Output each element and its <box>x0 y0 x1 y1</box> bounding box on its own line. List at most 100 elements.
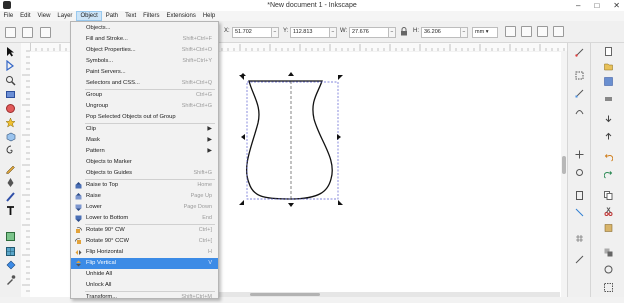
calligraphy-tool-icon[interactable] <box>5 191 16 202</box>
x-spin-down[interactable]: − <box>271 27 279 38</box>
3d-box-tool-icon[interactable] <box>5 131 16 142</box>
clone-icon[interactable] <box>604 265 613 274</box>
circle-tool-icon[interactable] <box>5 103 16 114</box>
menu-item-objects-to-guides[interactable]: Objects to Guides Shift+G <box>71 168 218 179</box>
text-tool-icon[interactable] <box>5 205 16 216</box>
menu-object[interactable]: Object <box>75 11 103 21</box>
menu-item-label: Raise <box>86 193 101 199</box>
undo-icon[interactable] <box>604 154 613 163</box>
menu-item-raise[interactable]: Raise Page Up <box>71 191 218 202</box>
menu-text[interactable]: Text <box>122 11 140 21</box>
snap-nodes-icon[interactable] <box>575 89 584 98</box>
y-field[interactable]: 112.813 <box>290 27 330 38</box>
redo-icon[interactable] <box>604 171 613 180</box>
print-icon[interactable] <box>604 94 613 103</box>
menu-item-rotate-90-ccw[interactable]: Rotate 90° CCW Ctrl+[ <box>71 236 218 247</box>
cut-icon[interactable] <box>604 207 613 216</box>
snap-paths-icon[interactable] <box>575 107 584 116</box>
menu-item-object-properties[interactable]: Object Properties... Shift+Ctrl+O <box>71 45 218 56</box>
spray-tool-icon[interactable] <box>5 231 16 242</box>
close-button[interactable]: ✕ <box>613 1 620 10</box>
snap-grid-icon[interactable] <box>575 234 584 243</box>
save-icon[interactable] <box>604 77 613 86</box>
menu-item-pop-selected-objects-out-of-group[interactable]: Pop Selected Objects out of Group <box>71 112 218 123</box>
select-all-layers-icon[interactable] <box>22 27 33 38</box>
menu-item-symbols[interactable]: Symbols... Shift+Ctrl+Y <box>71 56 218 67</box>
node-tool-icon[interactable] <box>5 60 16 71</box>
export-icon[interactable] <box>604 131 613 140</box>
menu-item-label: Transform... <box>86 294 118 300</box>
menu-layer[interactable]: Layer <box>54 11 76 21</box>
maximize-button[interactable]: □ <box>594 1 599 10</box>
menu-view[interactable]: View <box>34 11 54 21</box>
new-document-icon[interactable] <box>604 47 613 56</box>
menu-extensions[interactable]: Extensions <box>163 11 199 21</box>
snap-others-icon[interactable] <box>575 255 584 264</box>
menu-item-unhide-all[interactable]: Unhide All <box>71 269 218 280</box>
menu-item-ungroup[interactable]: Ungroup Shift+Ctrl+G <box>71 101 218 112</box>
menu-item-mask[interactable]: Mask ▶ <box>71 135 218 146</box>
star-tool-icon[interactable] <box>5 117 16 128</box>
x-field[interactable]: 51.702 <box>232 27 272 38</box>
h-spin-down[interactable]: − <box>460 27 468 38</box>
zoom-tool-icon[interactable] <box>5 75 16 86</box>
menu-item-transform[interactable]: Transform... Shift+Ctrl+M <box>71 292 218 303</box>
menu-item-selectors-and-css[interactable]: Selectors and CSS... Shift+Ctrl+Q <box>71 78 218 89</box>
deselect-icon[interactable] <box>40 27 51 38</box>
menu-item-rotate-90-cw[interactable]: Rotate 90° CW Ctrl+] <box>71 225 218 236</box>
spiral-tool-icon[interactable] <box>5 145 16 156</box>
pencil-tool-icon[interactable] <box>5 163 16 174</box>
pen-tool-icon[interactable] <box>5 177 16 188</box>
snap-center-icon[interactable] <box>575 150 584 159</box>
selector-tool-icon[interactable] <box>5 46 16 57</box>
snap-bbox-icon[interactable] <box>575 71 584 80</box>
menu-item-group[interactable]: Group Ctrl+G <box>71 90 218 101</box>
dropper-tool-icon[interactable] <box>5 274 16 285</box>
transform-gradients-icon[interactable] <box>537 26 548 37</box>
y-spin-down[interactable]: − <box>329 27 337 38</box>
menu-item-clip[interactable]: Clip ▶ <box>71 124 218 135</box>
menu-item-unlock-all[interactable]: Unlock All <box>71 280 218 291</box>
menu-item-lower[interactable]: Lower Page Down <box>71 202 218 213</box>
snap-page-icon[interactable] <box>575 191 584 200</box>
w-spin-down[interactable]: − <box>388 27 396 38</box>
menu-item-label: Objects to Guides <box>86 170 133 176</box>
menu-help[interactable]: Help <box>199 11 218 21</box>
menu-item-flip-horizontal[interactable]: Flip Horizontal H <box>71 247 218 258</box>
unit-select[interactable]: mm ▾ <box>472 27 498 38</box>
h-field[interactable]: 36.206 <box>421 27 461 38</box>
menu-item-objects-to-marker[interactable]: Objects to Marker <box>71 157 218 168</box>
horizontal-scroll-thumb[interactable] <box>250 293 320 296</box>
menu-item-fill-and-stroke[interactable]: Fill and Stroke... Shift+Ctrl+F <box>71 34 218 45</box>
copy-icon[interactable] <box>604 191 613 200</box>
menu-item-raise-to-top[interactable]: Raise to Top Home <box>71 180 218 191</box>
menu-item-flip-vertical[interactable]: Flip Vertical V <box>71 258 218 269</box>
minimize-button[interactable]: – <box>576 1 580 10</box>
paste-icon[interactable] <box>604 223 613 232</box>
menu-item-paint-servers[interactable]: Paint Servers... <box>71 67 218 78</box>
snap-rotation-center-icon[interactable] <box>575 168 584 177</box>
scale-stroke-icon[interactable] <box>505 26 516 37</box>
menu-filters[interactable]: Filters <box>140 11 163 21</box>
vertical-scroll-thumb[interactable] <box>562 156 566 174</box>
rectangle-tool-icon[interactable] <box>5 89 16 100</box>
menu-edit[interactable]: Edit <box>17 11 34 21</box>
group-icon[interactable] <box>604 283 613 292</box>
menu-item-objects[interactable]: Objects... <box>71 23 218 34</box>
mesh-tool-icon[interactable] <box>5 246 16 257</box>
duplicate-icon[interactable] <box>604 248 613 257</box>
snap-guide-icon[interactable] <box>575 208 584 217</box>
menu-file[interactable]: File <box>0 11 17 21</box>
import-icon[interactable] <box>604 115 613 124</box>
select-all-icon[interactable] <box>5 27 16 38</box>
scale-corners-icon[interactable] <box>521 26 532 37</box>
lock-icon[interactable] <box>400 27 408 36</box>
paint-bucket-tool-icon[interactable] <box>5 260 16 271</box>
menu-item-lower-to-bottom[interactable]: Lower to Bottom End <box>71 213 218 224</box>
w-field[interactable]: 27.676 <box>349 27 389 38</box>
menu-path[interactable]: Path <box>102 11 121 21</box>
menu-item-pattern[interactable]: Pattern ▶ <box>71 146 218 157</box>
open-document-icon[interactable] <box>604 62 613 71</box>
snap-toggle-icon[interactable] <box>575 48 584 57</box>
transform-patterns-icon[interactable] <box>553 26 564 37</box>
